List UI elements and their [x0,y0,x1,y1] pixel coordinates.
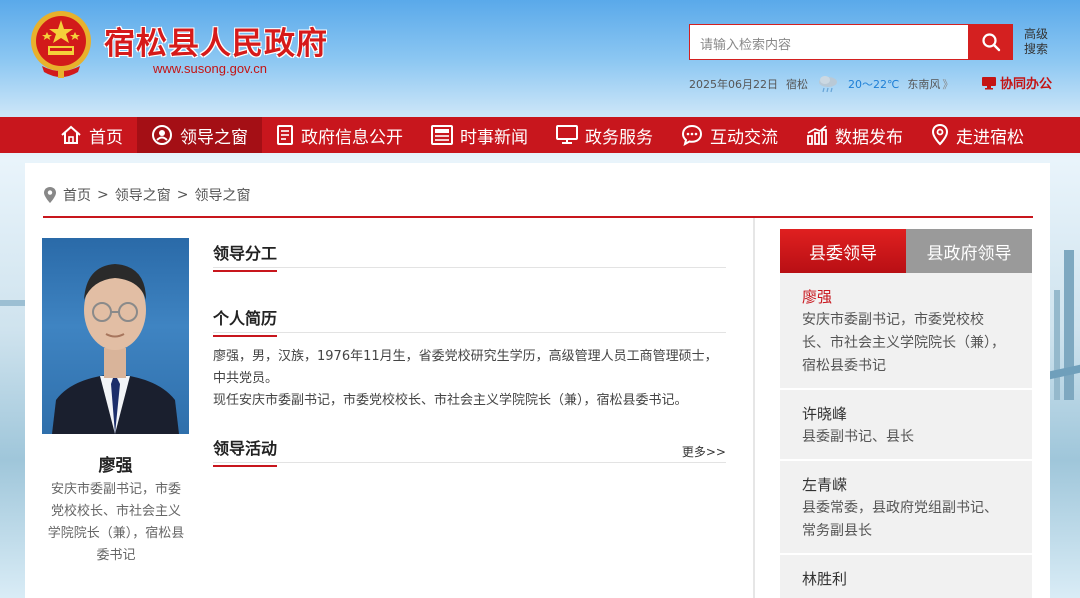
bio-line: 廖强，男，汉族，1976年11月生，省委党校研究生学历，高级管理人员工商管理硕士… [213,349,718,386]
date-weather-row: 2025年06月22日 宿松 20～22℃ 东南风 》 [689,74,953,94]
section-title-activity: 领导活动 [213,435,278,467]
tab-party-leaders[interactable]: 县委领导 [780,229,906,273]
bio-text: 廖强，男，汉族，1976年11月生，省委党校研究生学历，高级管理人员工商管理硕士… [213,346,728,412]
section-title-bio: 个人简历 [213,305,278,337]
breadcrumb-sep: > [97,187,109,203]
list-item-title: 县委副书记、县长 [802,429,914,445]
section-bio: 个人简历 [213,301,726,337]
temperature: 20～22℃ [848,78,900,91]
bridge-left [0,300,26,306]
nav-item-about[interactable]: 走进宿松 [917,117,1038,153]
section-duty: 领导分工 [213,236,726,272]
weather-more-icon[interactable]: 》 [942,76,953,92]
section-title-duty: 领导分工 [213,240,278,272]
weather-city: 宿松 [786,78,808,91]
nav-item-interaction[interactable]: 互动交流 [667,117,792,153]
breadcrumb-current[interactable]: 领导之窗 [194,185,250,205]
monitor-icon [982,76,996,89]
list-item-name: 林胜利 [802,570,848,588]
breadcrumb-divider [43,216,1033,218]
list-item-title: 安庆市委副书记，市委党校校长、市社会主义学院院长（兼），宿松县委书记 [802,312,1005,374]
chat-icon [681,124,703,146]
column-divider [753,218,755,598]
list-item[interactable]: 左青嵘 县委常委，县政府党组副书记、常务副县长 [780,461,1032,555]
nav-item-news[interactable]: 时事新闻 [417,117,542,153]
nav-item-home[interactable]: 首页 [46,117,137,153]
section-activity: 领导活动 更多>> [213,431,726,467]
search-icon [981,33,1000,52]
news-icon [431,125,453,145]
list-item-name: 许晓峰 [802,405,848,423]
search-button[interactable] [968,24,1013,60]
list-item-name: 廖强 [802,288,833,306]
current-date: 2025年06月22日 [689,78,778,91]
national-emblem-icon[interactable] [28,10,94,82]
tab-gov-leaders[interactable]: 县政府领导 [906,229,1032,273]
bridge-pillar [1064,250,1074,400]
leader-photo [42,238,189,434]
chart-icon [807,125,827,145]
list-item[interactable]: 林胜利 [780,555,1032,598]
document-icon [277,125,293,145]
leader-title: 安庆市委副书记，市委党校校长、市社会主义学院院长（兼），宿松县委书记 [47,482,185,563]
breadcrumb: 首页 > 领导之窗 > 领导之窗 [43,185,250,205]
bio-line: 现任安庆市委副书记，市委党校校长、市社会主义学院院长（兼），宿松县委书记。 [213,393,688,408]
nav-item-leaders[interactable]: 领导之窗 [137,117,262,153]
leader-name: 廖强 [98,456,133,476]
site-title[interactable]: 宿松县人民政府 [104,18,328,63]
cloud-rain-icon [819,76,837,93]
breadcrumb-home[interactable]: 首页 [63,185,91,205]
list-item[interactable]: 廖强 安庆市委副书记，市委党校校长、市社会主义学院院长（兼），宿松县委书记 [780,273,1032,390]
wind-direction: 东南风 [907,78,941,91]
leader-list: 廖强 安庆市委副书记，市委党校校长、市社会主义学院院长（兼），宿松县委书记 许晓… [780,273,1032,598]
monitor-icon [556,125,578,144]
search-input[interactable]: 请输入检索内容 [689,24,969,60]
cowork-label: 协同办公 [1000,77,1053,92]
main-nav: 首页 领导之窗 政府信息公开 时事新闻 政务服务 互动交流 数据发布 走进宿松 [0,117,1080,153]
location-icon [931,124,949,146]
list-item-name: 左青嵘 [802,476,848,494]
list-item[interactable]: 许晓峰 县委副书记、县长 [780,390,1032,461]
bridge-pillar-2 [1054,290,1060,400]
nav-item-data[interactable]: 数据发布 [792,117,917,153]
more-link[interactable]: 更多>> [682,443,726,460]
list-item-title: 县委常委，县政府党组副书记、常务副县长 [802,500,998,539]
home-icon [61,125,81,144]
leader-tabs: 县委领导 县政府领导 [780,229,1032,273]
breadcrumb-leaders[interactable]: 领导之窗 [115,185,171,205]
nav-item-services[interactable]: 政务服务 [542,117,667,153]
advanced-search-link[interactable]: 高级搜索 [1024,27,1052,57]
location-pin-icon [44,187,56,203]
cowork-link[interactable]: 协同办公 [981,73,1052,92]
site-header: 宿松县人民政府 www.susong.gov.cn 请输入检索内容 高级搜索 2… [0,0,1080,117]
nav-item-gov-info[interactable]: 政府信息公开 [262,117,417,153]
breadcrumb-sep: > [176,187,189,203]
content-card: 首页 > 领导之窗 > 领导之窗 廖强 安庆市委副书记，市委党校校长、市社会主义… [25,163,1050,598]
leader-icon [152,125,172,145]
site-url[interactable]: www.susong.gov.cn [153,61,267,76]
